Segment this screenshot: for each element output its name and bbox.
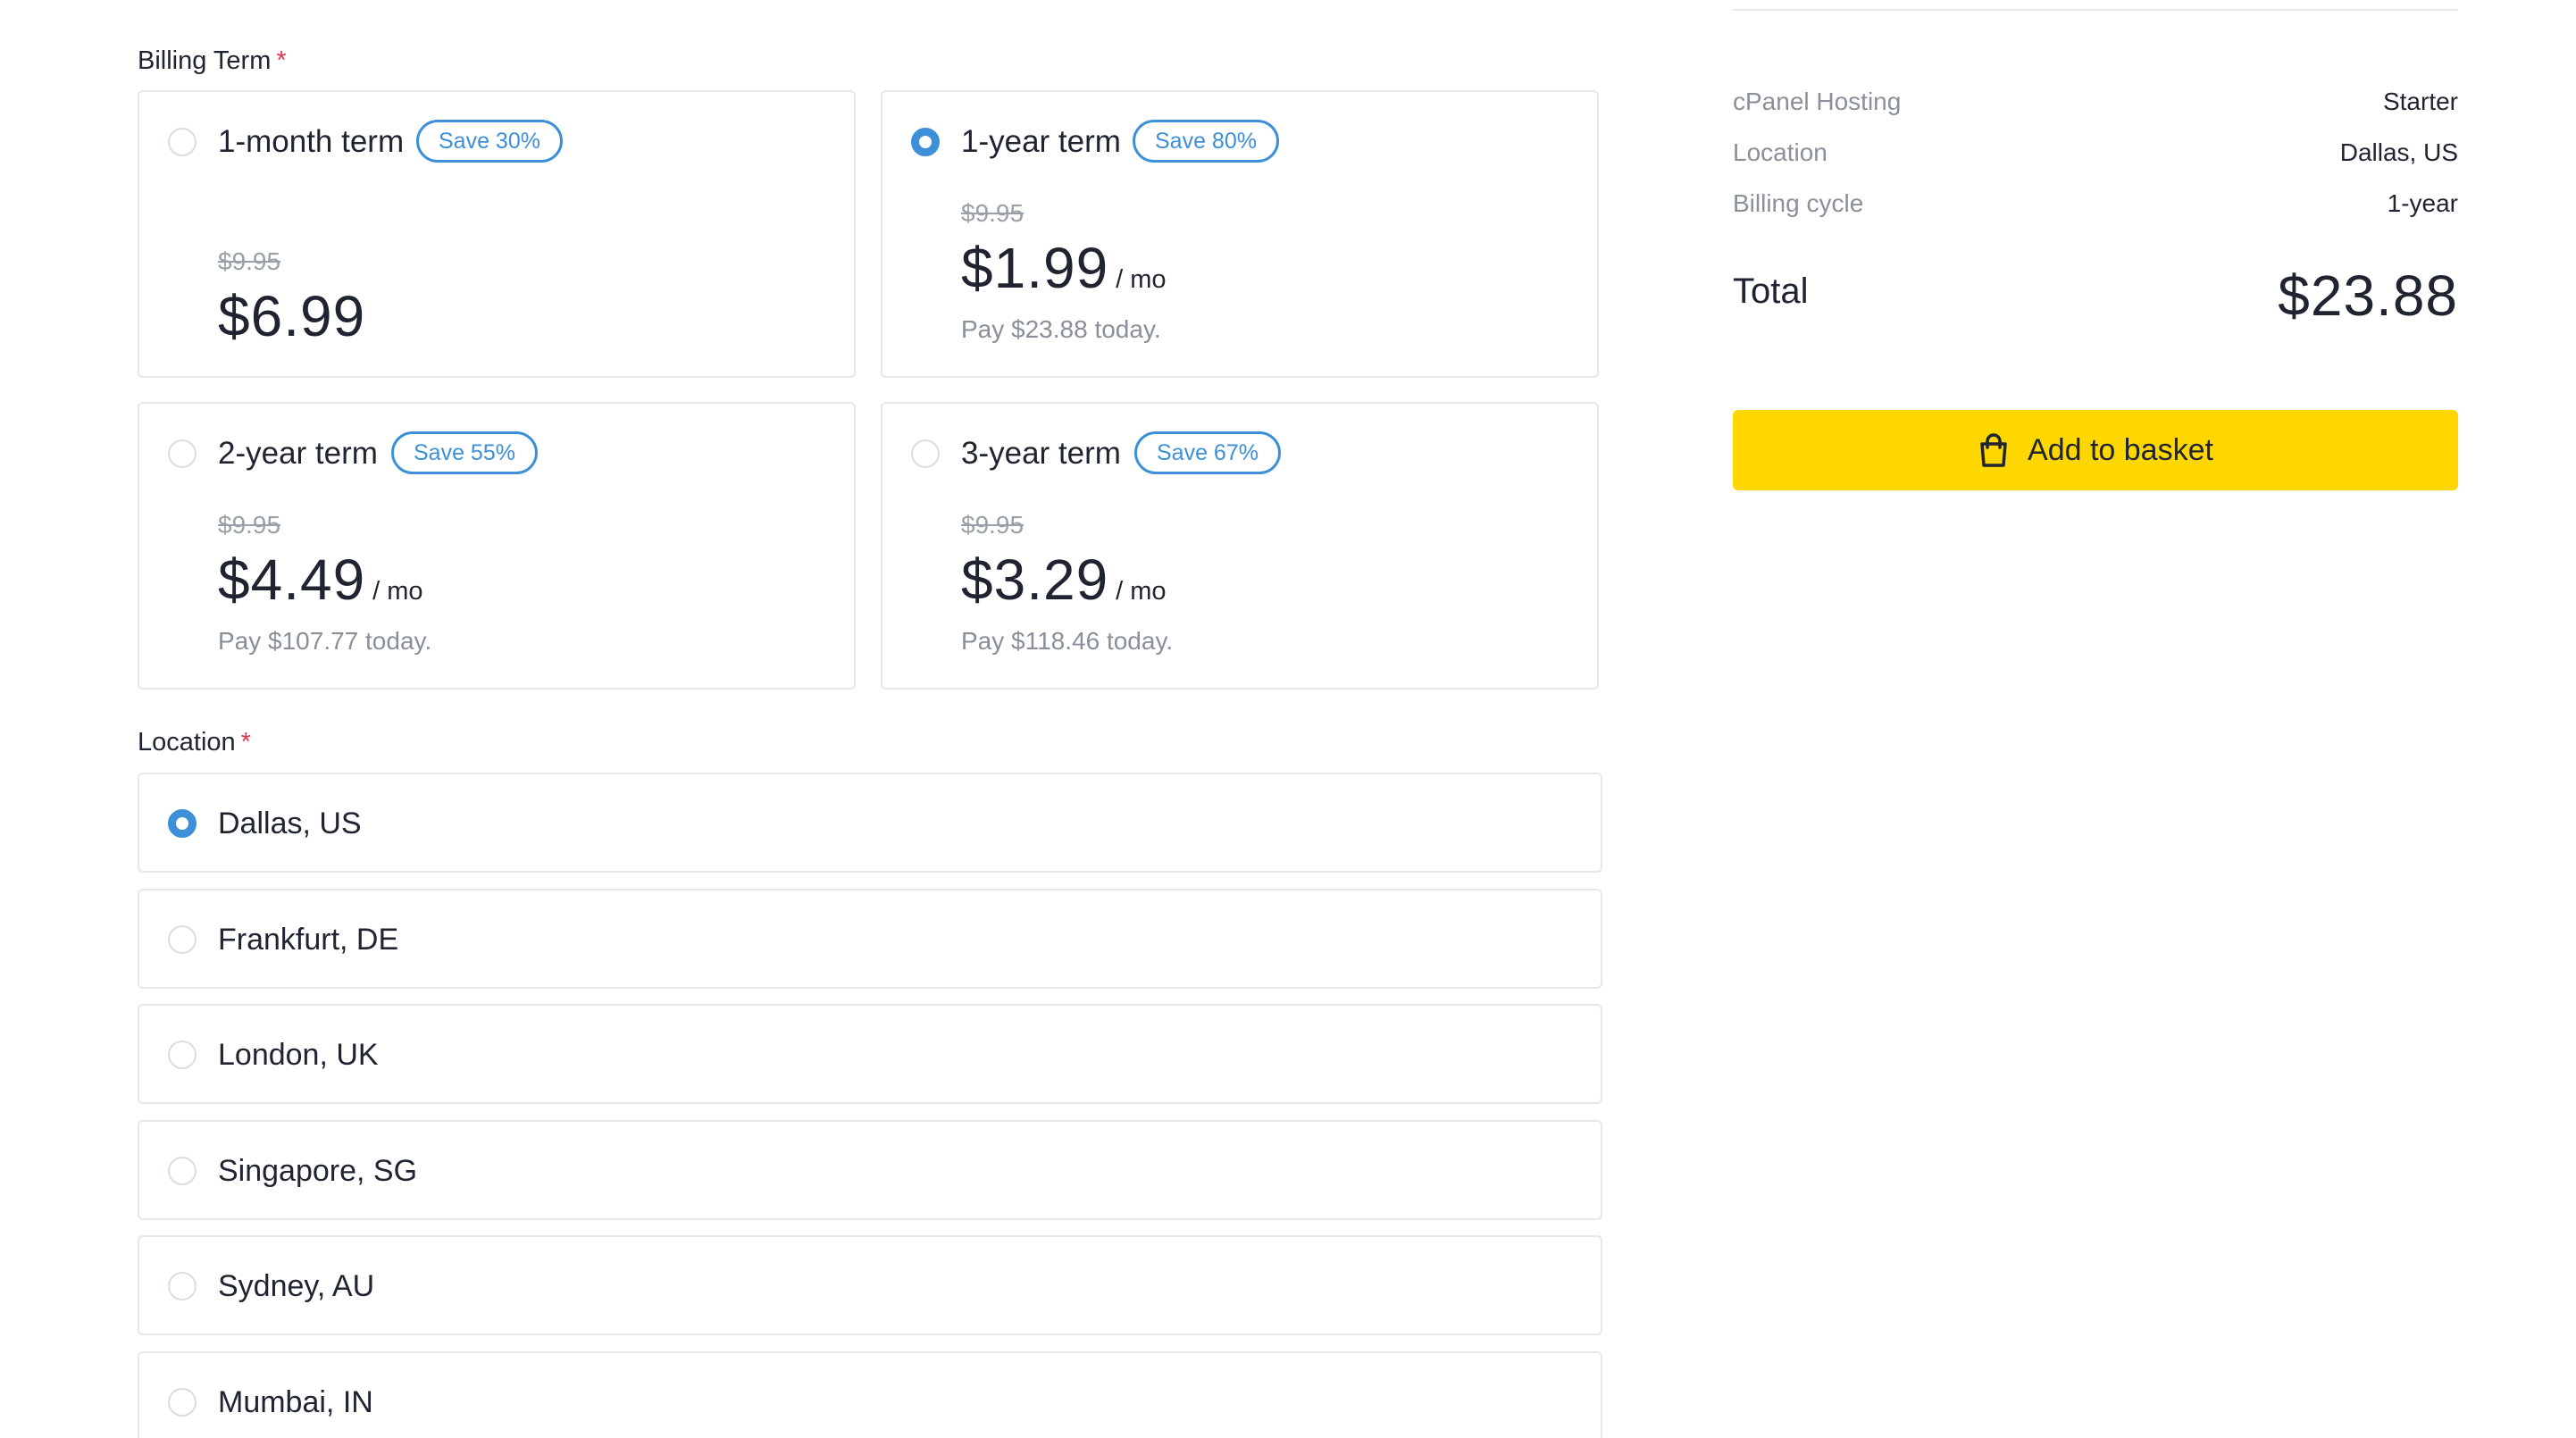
price-row: $3.29/ mo [961,547,1167,613]
price-row: $4.49/ mo [218,547,423,613]
per-month: / mo [1116,577,1167,606]
price: $1.99 [961,236,1109,300]
location-name: Sydney, AU [218,1269,375,1303]
shopping-bag-icon [1978,432,2010,468]
location-name: Mumbai, IN [218,1385,373,1419]
total-row: Total $23.88 [1733,263,2458,328]
radio-button-selected[interactable] [911,128,940,156]
checkout-page: Billing Term * 1-month term Save 30% $9.9… [0,0,2576,1438]
old-price: $9.95 [218,247,281,275]
per-month: / mo [1116,265,1167,294]
summary-row-billing-cycle: Billing cycle 1-year [1733,189,2458,218]
term-name: 2-year term [218,436,378,471]
radio-button[interactable] [168,925,197,954]
save-badge: Save 55% [391,431,538,474]
radio-button[interactable] [168,1388,197,1417]
pay-today: Pay $23.88 today. [961,315,1161,343]
per-month: / mo [372,577,423,606]
pay-today: Pay $107.77 today. [218,627,432,655]
term-option-1-month[interactable]: 1-month term Save 30% $9.95 $6.99 [138,90,856,378]
term-option-2-year[interactable]: 2-year term Save 55% $9.95 $4.49/ mo Pay… [138,402,856,690]
save-badge: Save 67% [1134,431,1281,474]
summary-key: Location [1733,138,1827,166]
price-row: $1.99/ mo [961,235,1167,301]
required-marker: * [240,728,251,757]
add-to-basket-label: Add to basket [2028,432,2213,467]
summary-key: Billing cycle [1733,189,1864,217]
total-value: $23.88 [2278,263,2458,328]
radio-button[interactable] [168,1041,197,1069]
old-price: $9.95 [961,199,1025,227]
old-price: $9.95 [218,511,281,539]
summary-value: Dallas, US [2339,138,2458,166]
location-name: Singapore, SG [218,1154,418,1188]
summary-row-product: cPanel Hosting Starter [1733,88,2458,116]
radio-button[interactable] [168,1157,197,1185]
term-name: 1-year term [961,124,1121,159]
location-label-text: Location [138,728,236,757]
term-option-3-year[interactable]: 3-year term Save 67% $9.95 $3.29/ mo Pay… [881,402,1599,690]
radio-button[interactable] [168,128,197,156]
term-option-1-year[interactable]: 1-year term Save 80% $9.95 $1.99/ mo Pay… [881,90,1599,378]
location-option-london[interactable]: London, UK [138,1004,1602,1104]
location-option-mumbai[interactable]: Mumbai, IN [138,1351,1602,1438]
term-name: 3-year term [961,436,1121,471]
radio-button[interactable] [168,1272,197,1300]
billing-term-label-text: Billing Term [138,46,272,75]
location-name: Dallas, US [218,807,362,840]
billing-term-label: Billing Term * [138,46,287,76]
price: $6.99 [218,284,366,348]
summary-row-location: Location Dallas, US [1733,138,2458,167]
radio-button-selected[interactable] [168,809,197,838]
save-badge: Save 80% [1133,120,1279,163]
price: $4.49 [218,548,366,612]
radio-button[interactable] [911,439,940,468]
add-to-basket-button[interactable]: Add to basket [1733,410,2458,490]
old-price: $9.95 [961,511,1025,539]
price: $3.29 [961,548,1109,612]
location-name: London, UK [218,1038,379,1072]
pay-today: Pay $118.46 today. [961,627,1174,655]
location-label: Location * [138,728,251,757]
save-badge: Save 30% [416,120,563,163]
location-option-frankfurt[interactable]: Frankfurt, DE [138,889,1602,989]
term-name: 1-month term [218,124,405,159]
radio-button[interactable] [168,439,197,468]
location-option-sydney[interactable]: Sydney, AU [138,1235,1602,1335]
summary-value: Starter [2382,88,2458,115]
location-name: Frankfurt, DE [218,923,399,957]
total-label: Total [1733,272,1809,311]
summary-key: cPanel Hosting [1733,88,1902,115]
price-row: $6.99 [218,283,365,349]
required-marker: * [276,46,287,75]
summary-value: 1-year [2387,189,2458,217]
summary-divider [1733,9,2458,11]
location-option-dallas[interactable]: Dallas, US [138,773,1602,873]
location-option-singapore[interactable]: Singapore, SG [138,1120,1602,1220]
